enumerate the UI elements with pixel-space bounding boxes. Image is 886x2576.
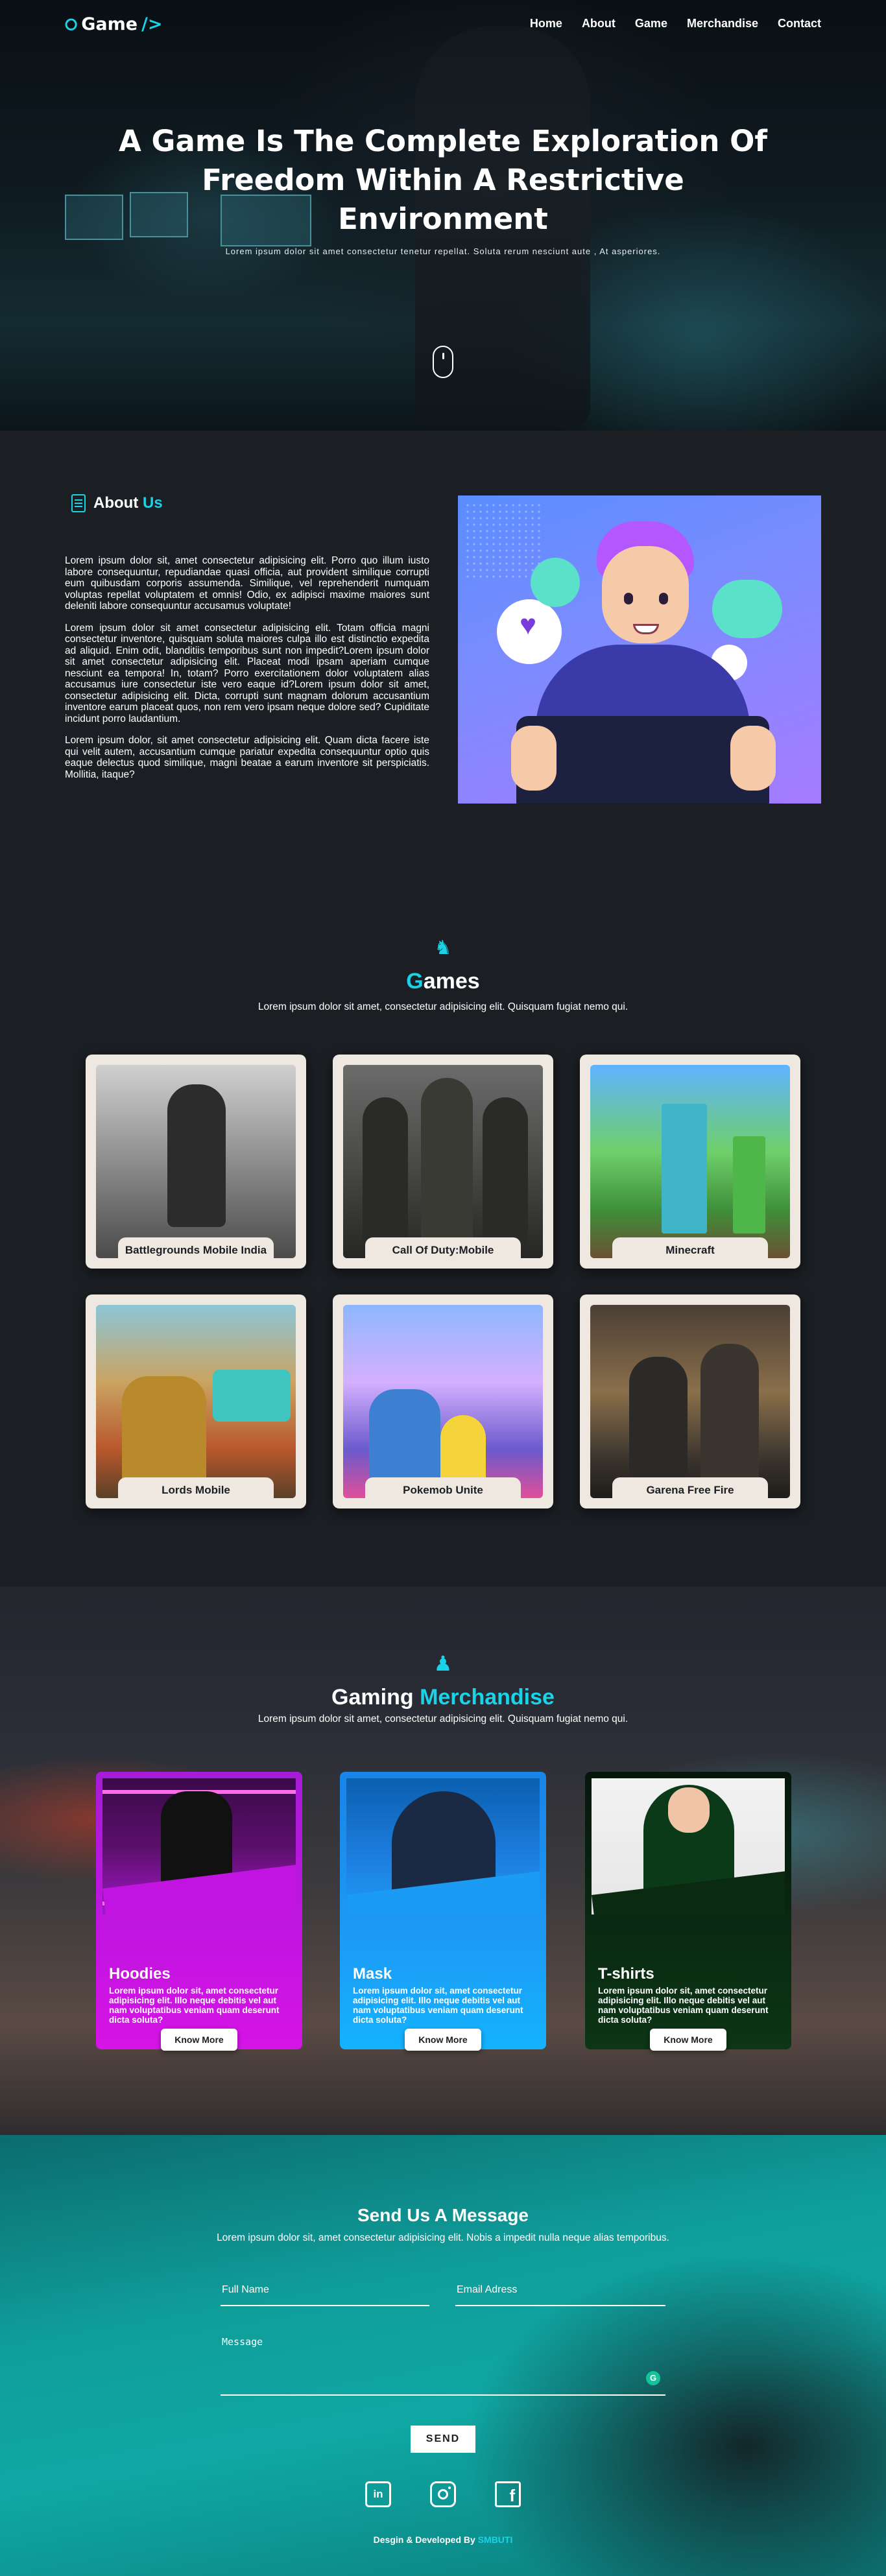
game-card[interactable]: Pokemob Unite [333, 1294, 553, 1509]
nav-link-about[interactable]: About [582, 17, 616, 30]
nav-link-merchandise[interactable]: Merchandise [687, 17, 758, 30]
game-image [343, 1065, 543, 1258]
merch-text-mask: Lorem ipsum dolor sit, amet consectetur … [353, 1986, 523, 2025]
main-nav: ⭘ Game /> Home About Game Merchandise Co… [0, 0, 886, 51]
send-button[interactable]: SEND [411, 2426, 475, 2453]
social-links: in f [365, 2481, 521, 2507]
message-placeholder: Message [222, 2336, 263, 2348]
target-icon [531, 558, 580, 607]
document-icon [71, 494, 86, 512]
about-title: About Us [93, 494, 163, 512]
tshirt-image [592, 1778, 785, 1914]
about-paragraph: Lorem ipsum dolor sit amet consectetur a… [65, 622, 429, 724]
gamer-illustration: ♥ [458, 495, 821, 804]
email-field[interactable]: Email Adress [455, 2278, 665, 2306]
merch-text-hoodies: Lorem ipsum dolor sit, amet consectetur … [109, 1986, 280, 2025]
games-section: ♞ Games Lorem ipsum dolor sit amet, cons… [0, 911, 886, 1586]
game-image [96, 1065, 296, 1258]
game-image [343, 1305, 543, 1498]
merch-card-tshirts: T-shirts Lorem ipsum dolor sit, amet con… [585, 1772, 791, 2051]
figure-icon: ♟ [433, 1652, 453, 1675]
about-section: About Us Lorem ipsum dolor sit, amet con… [0, 431, 886, 911]
nav-link-game[interactable]: Game [635, 17, 667, 30]
logo-text: Game [81, 14, 138, 34]
logo-icon: ⭘ [65, 15, 78, 34]
nav-link-home[interactable]: Home [530, 17, 562, 30]
hero-title: A Game Is The Complete Exploration Of Fr… [119, 124, 767, 236]
about-heading: About Us [71, 494, 163, 512]
linkedin-icon[interactable]: in [365, 2481, 391, 2507]
contact-description: Lorem ipsum dolor sit, amet consectetur … [217, 2232, 669, 2243]
merch-card-mask: Mask Lorem ipsum dolor sit, amet consect… [340, 1772, 546, 2051]
game-name: Pokemob Unite [365, 1477, 521, 1502]
game-name: Minecraft [612, 1237, 768, 1262]
game-card[interactable]: Garena Free Fire [580, 1294, 800, 1509]
heart-icon: ♥ [519, 609, 537, 641]
merch-title: Gaming Merchandise [331, 1685, 555, 1710]
merch-title-hoodies: Hoodies [109, 1965, 171, 1983]
games-title: Games [406, 969, 480, 994]
game-card[interactable]: Lords Mobile [86, 1294, 306, 1509]
game-image [590, 1305, 790, 1498]
hero-section: ⭘ Game /> Home About Game Merchandise Co… [0, 0, 886, 431]
know-more-button[interactable]: Know More [405, 2029, 481, 2051]
nav-link-contact[interactable]: Contact [778, 17, 821, 30]
merch-description: Lorem ipsum dolor sit amet, consectetur … [257, 1713, 629, 1724]
message-field[interactable]: Message G [221, 2330, 665, 2396]
mask-image [346, 1778, 540, 1914]
nav-links: Home About Game Merchandise Contact [530, 17, 821, 30]
contact-title: Send Us A Message [357, 2205, 529, 2225]
know-more-button[interactable]: Know More [650, 2029, 726, 2051]
footer-credit: Desgin & Developed By SMBUTI [373, 2534, 513, 2545]
game-card[interactable]: Call Of Duty:Mobile [333, 1055, 553, 1269]
merch-card-hoodies: Hoodies Lorem ipsum dolor sit, amet cons… [96, 1772, 302, 2051]
game-card[interactable]: Minecraft [580, 1055, 800, 1269]
full-name-placeholder: Full Name [222, 2284, 269, 2295]
gamepad-icon [712, 580, 782, 638]
email-placeholder: Email Adress [457, 2284, 518, 2295]
scroll-down-icon[interactable] [433, 346, 453, 378]
hoodie-image [102, 1778, 296, 1914]
know-more-button[interactable]: Know More [161, 2029, 237, 2051]
games-description: Lorem ipsum dolor sit amet, consectetur … [257, 1001, 629, 1012]
full-name-field[interactable]: Full Name [221, 2278, 429, 2306]
about-text: Lorem ipsum dolor sit, amet consectetur … [65, 555, 429, 791]
about-paragraph: Lorem ipsum dolor, sit amet consectetur … [65, 735, 429, 780]
contact-section: Send Us A Message Lorem ipsum dolor sit,… [0, 2135, 886, 2576]
facebook-icon[interactable]: f [495, 2481, 521, 2507]
game-name: Call Of Duty:Mobile [365, 1237, 521, 1262]
logo-suffix: /> [141, 14, 163, 34]
site-logo[interactable]: ⭘ Game /> [65, 14, 163, 34]
merch-title-mask: Mask [353, 1965, 392, 1983]
merch-section: ♟ Gaming Merchandise Lorem ipsum dolor s… [0, 1586, 886, 2135]
instagram-icon[interactable] [430, 2481, 456, 2507]
hero-subtitle: Lorem ipsum dolor sit amet consectetur t… [225, 246, 661, 256]
knight-icon: ♞ [434, 937, 452, 959]
about-paragraph: Lorem ipsum dolor sit, amet consectetur … [65, 555, 429, 612]
merch-title-tshirts: T-shirts [598, 1965, 654, 1983]
game-card[interactable]: Battlegrounds Mobile India [86, 1055, 306, 1269]
game-name: Battlegrounds Mobile India [118, 1237, 274, 1262]
game-image [590, 1065, 790, 1258]
merch-text-tshirts: Lorem ipsum dolor sit, amet consectetur … [598, 1986, 769, 2025]
game-name: Lords Mobile [118, 1477, 274, 1502]
game-image [96, 1305, 296, 1498]
game-name: Garena Free Fire [612, 1477, 768, 1502]
grammar-check-icon[interactable]: G [646, 2371, 660, 2385]
